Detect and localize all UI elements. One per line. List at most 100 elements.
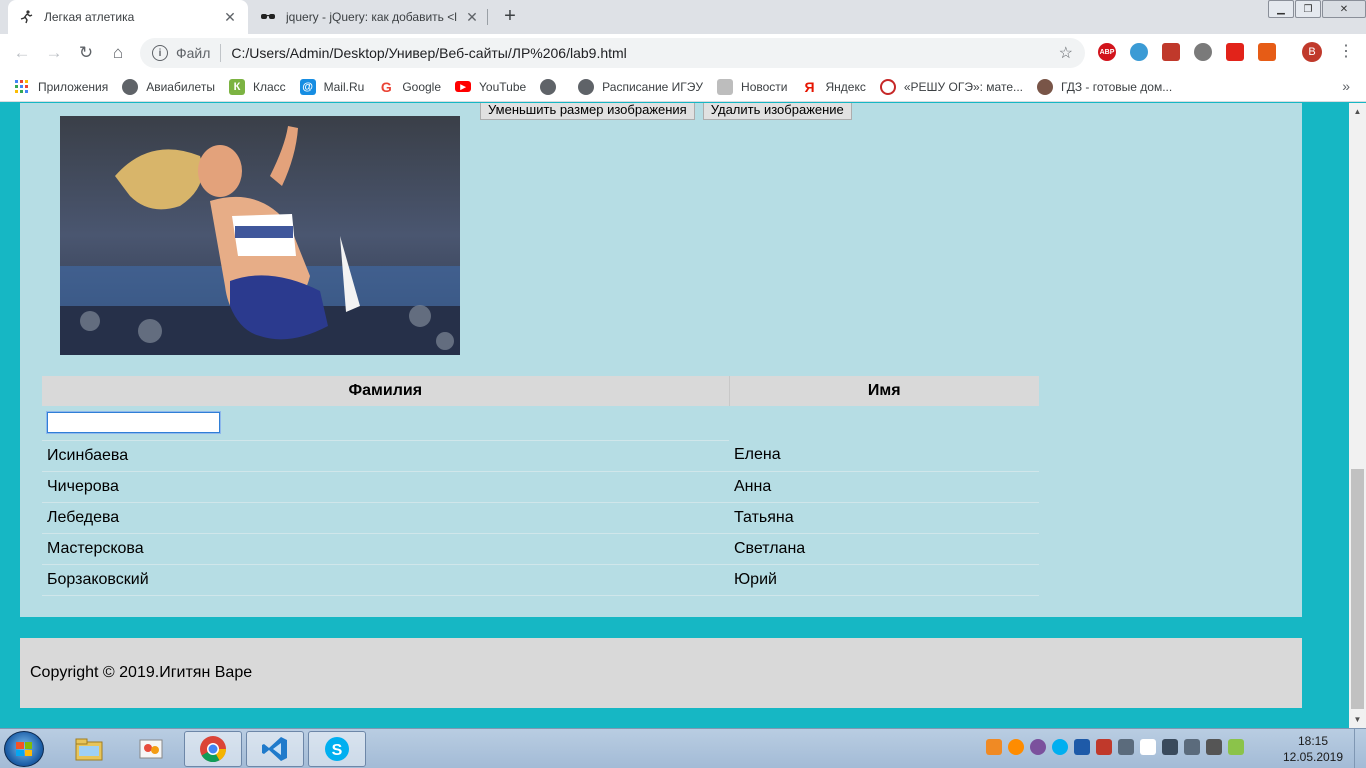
bookmark-label: Яндекс [825, 79, 866, 94]
tab-jquery[interactable]: jquery - jQuery: как добавить <l ✕ [250, 0, 490, 34]
bookmark-label: Класс [252, 79, 286, 94]
office-icon[interactable] [1258, 43, 1276, 61]
table-row: Чичерова Анна [42, 471, 1039, 503]
yandex-icon: Я [804, 78, 815, 95]
adblock-icon[interactable]: ABP [1098, 43, 1116, 61]
scroll-up-icon[interactable]: ▲ [1349, 103, 1366, 120]
tray-app-icon[interactable] [986, 739, 1002, 755]
close-icon[interactable]: ✕ [222, 9, 238, 26]
tab-title: jquery - jQuery: как добавить <l [286, 10, 457, 24]
bookmark-label: Авиабилеты [146, 79, 215, 94]
vertical-scrollbar[interactable]: ▲ ▼ [1349, 103, 1366, 728]
shrink-image-button[interactable]: Уменьшить размер изображения [480, 103, 695, 120]
address-bar[interactable]: i Файл C:/Users/Admin/Desktop/Универ/Веб… [140, 38, 1085, 68]
bookmark-youtube[interactable]: ▶ YouTube [455, 80, 526, 94]
main-content: Уменьшить размер изображения Удалить изо… [20, 103, 1302, 617]
bookmark-raspisanie[interactable]: Расписание ИГЭУ [578, 78, 703, 95]
home-icon[interactable]: ⌂ [106, 41, 130, 65]
tray-bluetooth-icon[interactable] [1074, 739, 1090, 755]
reshu-icon [879, 78, 896, 95]
system-tray [986, 739, 1244, 755]
surname-cell: Мастерскова [42, 533, 729, 565]
sunglasses-icon [260, 9, 276, 25]
delete-image-button[interactable]: Удалить изображение [702, 103, 852, 120]
shield-icon[interactable] [1194, 43, 1212, 61]
bookmark-google[interactable]: G Google [378, 79, 441, 95]
omnibox-separator [220, 44, 222, 62]
globe-icon [578, 78, 595, 95]
tray-battery-icon[interactable] [1228, 739, 1244, 755]
bookmark-label: Приложения [38, 79, 109, 94]
page-viewport: Уменьшить размер изображения Удалить изо… [0, 103, 1349, 728]
bookmark-label: Mail.Ru [323, 79, 365, 94]
url-text[interactable]: C:/Users/Admin/Desktop/Универ/Веб-сайты/… [231, 45, 1058, 61]
explorer-icon[interactable] [60, 731, 118, 767]
tab-strip: Легкая атлетика ✕ jquery - jQuery: как д… [0, 0, 1366, 34]
tray-volume-icon[interactable] [1184, 739, 1200, 755]
news-icon [717, 78, 734, 95]
bookmark-gdz[interactable]: ГДЗ - готовые дом... [1037, 78, 1173, 95]
column-header-surname[interactable]: Фамилия [42, 376, 730, 406]
vscode-icon[interactable] [246, 731, 304, 767]
tray-odnoklassniki-icon[interactable] [1008, 739, 1024, 755]
tray-viber-icon[interactable] [1030, 739, 1046, 755]
svg-text:S: S [332, 742, 343, 759]
minimize-button[interactable]: ▁ [1268, 0, 1294, 18]
new-tab-button[interactable]: + [498, 5, 522, 29]
flag-icon[interactable] [1226, 43, 1244, 61]
windows-taskbar: S 18:15 12.05.2019 [0, 728, 1366, 768]
name-cell: Татьяна [729, 502, 1039, 534]
tab-athletics[interactable]: Легкая атлетика ✕ [8, 0, 248, 34]
reload-icon[interactable]: ↻ [74, 41, 98, 65]
bookmark-mailru[interactable]: @ Mail.Ru [299, 78, 365, 95]
bookmark-klass[interactable]: К Класс [228, 78, 286, 95]
pdf-icon[interactable] [1162, 43, 1180, 61]
owl-icon [1037, 78, 1053, 95]
bookmarks-overflow-icon[interactable]: » [1342, 78, 1350, 94]
bookmark-novosti[interactable]: Новости [717, 78, 788, 95]
tray-skype-icon[interactable] [1052, 739, 1068, 755]
chrome-icon[interactable] [184, 731, 242, 767]
bookmark-aviabilety[interactable]: Авиабилеты [122, 78, 215, 95]
scrollbar-thumb[interactable] [1351, 469, 1364, 709]
tray-security-icon[interactable] [1096, 739, 1112, 755]
info-icon[interactable]: i [152, 45, 168, 61]
column-header-name[interactable]: Имя [729, 376, 1039, 406]
tray-network-icon[interactable] [1162, 739, 1178, 755]
paint-icon[interactable] [122, 731, 180, 767]
bookmark-star-icon[interactable]: ☆ [1059, 43, 1073, 63]
scroll-down-icon[interactable]: ▼ [1349, 711, 1366, 728]
tab-title: Легкая атлетика [44, 10, 135, 24]
name-cell: Елена [729, 440, 1039, 472]
bookmark-yandex[interactable]: Я Яндекс [802, 78, 866, 95]
scheme-label: Файл [176, 45, 211, 61]
tray-keyboard-icon[interactable] [1206, 739, 1222, 755]
youtube-icon: ▶ [455, 81, 472, 92]
surname-cell: Чичерова [42, 471, 729, 503]
tray-display-icon[interactable] [1118, 739, 1134, 755]
name-cell: Светлана [729, 533, 1039, 565]
bookmark-label: Новости [741, 79, 788, 94]
system-clock[interactable]: 18:15 12.05.2019 [1280, 733, 1346, 765]
bookmark-label: ГДЗ - готовые дом... [1061, 79, 1173, 94]
bookmark-unnamed[interactable] [540, 78, 564, 95]
tab-separator [487, 9, 488, 25]
tray-action-center-icon[interactable] [1140, 739, 1156, 755]
bookmark-apps[interactable]: Приложения [14, 79, 108, 95]
window-close-button[interactable]: ✕ [1322, 0, 1366, 18]
menu-icon[interactable]: ⋮ [1338, 42, 1354, 62]
profile-avatar[interactable]: В [1302, 42, 1322, 62]
start-button[interactable] [4, 731, 44, 767]
speed-dial-icon[interactable] [1130, 43, 1148, 61]
table-header-row: Фамилия Имя [42, 376, 1039, 406]
back-icon[interactable]: ← [10, 41, 34, 65]
restore-button[interactable]: ❐ [1295, 0, 1321, 18]
surname-filter-input[interactable] [46, 411, 221, 435]
close-icon[interactable]: ✕ [464, 9, 480, 26]
show-desktop-button[interactable] [1354, 729, 1366, 768]
bookmark-reshu-oge[interactable]: «РЕШУ ОГЭ»: мате... [879, 78, 1023, 95]
image-controls: Уменьшить размер изображения Удалить изо… [480, 103, 852, 120]
forward-icon[interactable]: → [42, 41, 66, 65]
skype-icon[interactable]: S [308, 731, 366, 767]
table-row: Лебедева Татьяна [42, 502, 1039, 534]
